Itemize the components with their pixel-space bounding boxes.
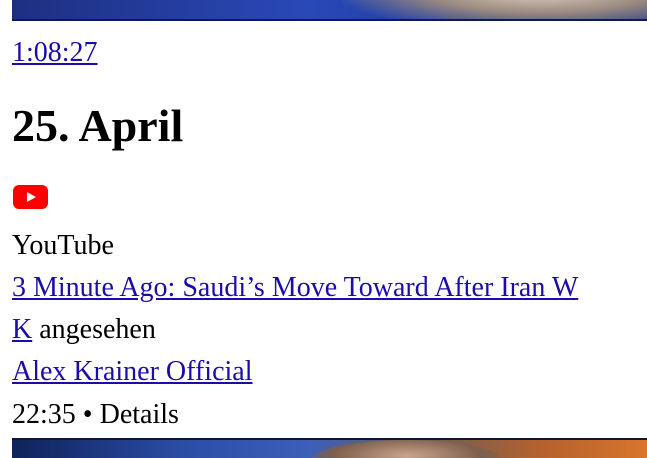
video-title-link[interactable]: 3 Minute Ago: Saudi’s Move Toward After … <box>12 272 578 304</box>
next-video-thumbnail[interactable] <box>12 438 647 458</box>
thumbnail-edge <box>12 438 647 440</box>
view-count-link[interactable]: K <box>12 314 32 345</box>
view-count-suffix: angesehen <box>32 314 156 345</box>
thumbnail-figure <box>312 440 502 458</box>
channel-name-link[interactable]: Alex Krainer Official <box>12 356 253 388</box>
youtube-icon <box>13 185 48 209</box>
video-source-label: YouTube <box>12 230 114 261</box>
thumbnail-edge <box>12 19 647 21</box>
video-duration: 22:35 <box>12 399 76 430</box>
thumbnail-figure <box>342 0 647 21</box>
video-meta-line: 22:35 • Details <box>12 399 179 431</box>
meta-separator: • <box>75 399 100 430</box>
details-label[interactable]: Details <box>100 399 179 430</box>
video-view-count: K angesehen <box>12 314 156 346</box>
previous-video-duration-link[interactable]: 1:08:27 <box>12 36 98 70</box>
date-group-heading: 25. April <box>12 100 184 151</box>
previous-video-thumbnail[interactable] <box>12 0 647 21</box>
